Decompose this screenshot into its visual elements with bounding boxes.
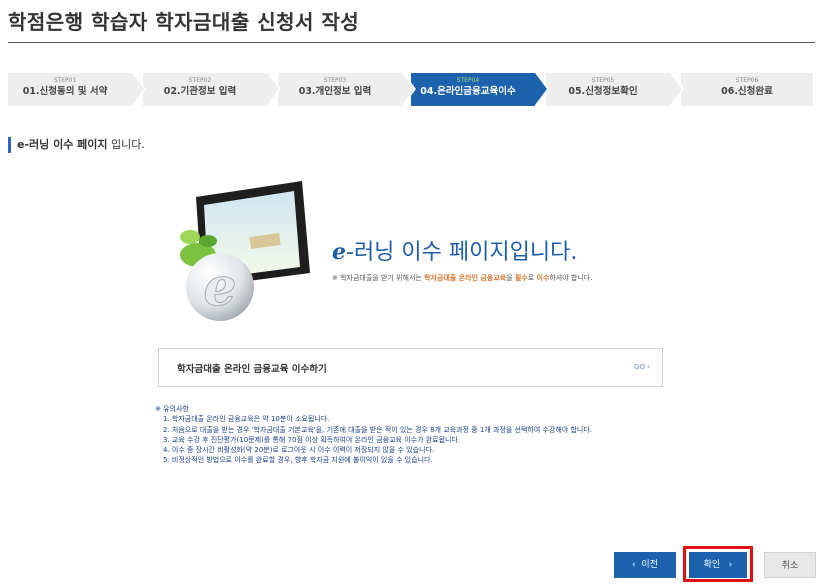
e-learning-tablet-illustration: e [180,181,310,321]
chevron-right-icon: › [728,560,733,570]
step-2-number: STEP02 [188,77,212,84]
notice-item: 4. 이수 중 장시간 비활성화(약 20분)로 로그아웃 시 이수 이력이 저… [163,446,435,455]
step-3-number: STEP03 [323,77,347,84]
step-4-label: 04.온라인금융교육이수 [420,86,516,97]
step-1: STEP01 01.신청동의 및 서약 [8,73,146,106]
promo-subtitle: ※ 학자금대출을 받기 위해서는 학자금대출 온라인 금융교육을 필수로 이수하… [332,273,592,283]
page-title: 학점은행 학습자 학자금대출 신청서 작성 [8,10,360,34]
step-6-label: 06.신청완료 [721,86,773,97]
course-go-link[interactable]: GO › [634,363,650,371]
promo-sub-highlight-required: 필수 [514,274,528,282]
svg-text:e: e [203,257,236,318]
step-1-label: 01.신청동의 및 서약 [22,86,108,97]
step-2-label: 02.기관정보 입력 [163,86,237,97]
section-heading-rest: 입니다. [107,138,145,151]
step-6-number: STEP06 [735,77,759,84]
notice-item: 1. 학자금대출 온라인 금융교육은 약 10분이 소요됩니다. [163,415,330,424]
promo-title: e-러닝 이수 페이지입니다. [332,234,577,266]
step-4-number: STEP04 [456,77,480,84]
previous-button-label: 이전 [641,560,658,570]
step-6: STEP06 06.신청완료 [681,73,813,106]
section-heading-bold: e-러닝 이수 페이지 [17,138,108,151]
notice-item: 3. 교육 수강 후 진단평가(10문제)를 통해 70점 이상 획득하여야 온… [163,435,461,444]
promo-sub-mid: 을 [506,274,515,282]
step-5: STEP05 05.신청정보확인 [546,73,684,106]
section-heading: e-러닝 이수 페이지 입니다. [8,137,145,153]
step-1-number: STEP01 [53,77,77,84]
notice-item: 5. 비정상적인 방법으로 이수를 완료할 경우, 향후 학자금 지원에 불이익… [163,456,433,465]
confirm-button-label: 확인 [703,560,721,570]
promo-title-e: e [332,239,346,265]
promo-title-rest: -러닝 이수 페이지입니다. [346,240,578,265]
course-link-label: 학자금대출 온라인 금융교육 이수하기 [177,364,327,375]
title-divider [8,42,815,43]
promo-sub-suffix: 하셔야 합니다. [549,274,593,282]
promo-sub-highlight-course: 학자금대출 온라인 금융교육 [424,274,507,282]
step-4-active: STEP04 04.온라인금융교육이수 [411,73,549,106]
confirm-button[interactable]: 확인 › [689,552,747,578]
step-progress-bar: STEP01 01.신청동의 및 서약 STEP02 02.기관정보 입력 STEP… [8,73,813,106]
step-5-label: 05.신청정보확인 [568,86,638,97]
notice-section: ※ 유의사항 1. 학자금대출 온라인 금융교육은 약 10분이 소요됩니다. … [155,404,592,466]
step-5-number: STEP05 [591,77,615,84]
promo-sub-prefix: ※ 학자금대출을 받기 위해서는 [332,274,425,282]
previous-button[interactable]: ‹ 이전 [614,552,676,578]
notice-item: 2. 처음으로 대출을 받는 경우 '학자금대출 기본교육'을, 기존에 대출을… [163,425,593,434]
step-2: STEP02 02.기관정보 입력 [143,73,281,106]
course-link-box[interactable]: 학자금대출 온라인 금융교육 이수하기 GO › [158,348,663,387]
chevron-left-icon: ‹ [632,560,636,570]
step-3: STEP03 03.개인정보 입력 [278,73,416,106]
cancel-button[interactable]: 취소 [764,552,816,578]
step-3-label: 03.개인정보 입력 [298,86,372,97]
promo-sub-highlight-complete: 이수 [536,274,550,282]
notice-heading: ※ 유의사항 [155,405,189,413]
